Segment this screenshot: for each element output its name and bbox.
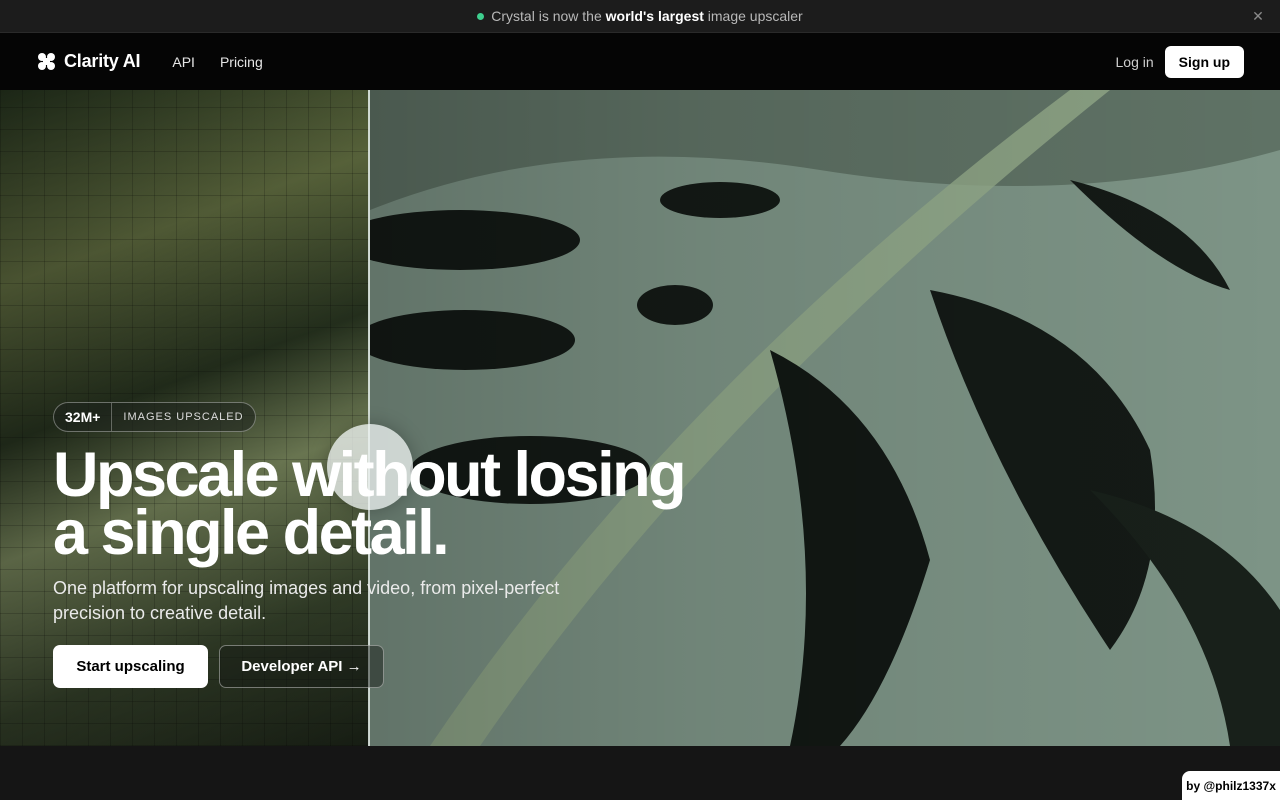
top-nav: Clarity AI API Pricing Log in Sign up xyxy=(0,33,1280,90)
headline-line-2: a single detail. xyxy=(53,498,450,568)
login-link[interactable]: Log in xyxy=(1116,54,1154,70)
signup-button[interactable]: Sign up xyxy=(1164,45,1244,78)
status-dot xyxy=(477,12,485,20)
hero-section: 32M+ IMAGES UPSCALED Upscale without los… xyxy=(0,90,1280,746)
nav-actions: Log in Sign up xyxy=(1116,45,1244,78)
announcement-bar: Crystal is now the world's largest image… xyxy=(0,0,1280,33)
nav-link-api[interactable]: API xyxy=(172,54,195,70)
brand-name: Clarity AI xyxy=(64,51,141,71)
stats-badge: 32M+ IMAGES UPSCALED xyxy=(53,402,256,432)
nav-link-pricing[interactable]: Pricing xyxy=(220,54,263,70)
brand-link[interactable]: Clarity AI xyxy=(38,51,141,72)
announcement-text: Crystal is now the world's largest image… xyxy=(491,8,803,24)
clarity-logo-icon xyxy=(38,53,55,70)
author-credit[interactable]: by @philz1337x xyxy=(1182,771,1280,800)
start-upscaling-button[interactable]: Start upscaling xyxy=(53,645,208,688)
badge-count: 32M+ xyxy=(54,403,113,431)
hero-subhead: One platform for upscaling images and vi… xyxy=(53,578,560,623)
monstera-leaf-image xyxy=(370,90,1280,746)
developer-api-button[interactable]: Developer API → xyxy=(219,645,384,688)
hero-headline: Upscale without losing a single detail. xyxy=(53,444,753,565)
badge-label: IMAGES UPSCALED xyxy=(123,411,244,423)
close-icon[interactable]: ✕ xyxy=(1250,8,1266,24)
nav-links: API Pricing xyxy=(172,54,287,70)
